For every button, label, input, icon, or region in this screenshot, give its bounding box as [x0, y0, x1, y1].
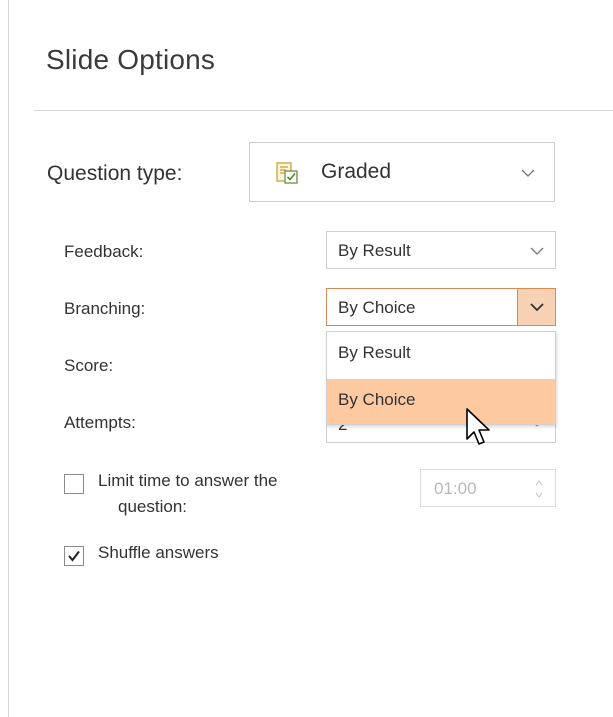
option-label: By Result — [338, 343, 411, 362]
checkmark-icon — [68, 550, 80, 562]
graded-question-icon — [276, 162, 298, 184]
dropdown-option-by-choice[interactable]: By Choice — [327, 379, 555, 424]
question-type-label: Question type: — [47, 162, 183, 185]
question-type-select[interactable]: Graded — [249, 142, 555, 202]
chevron-down-icon — [530, 303, 544, 311]
branching-value: By Choice — [338, 298, 416, 317]
limit-time-label-line1: Limit time to answer the — [98, 471, 278, 490]
feedback-value: By Result — [338, 241, 411, 260]
branching-select[interactable]: By Choice — [326, 288, 556, 326]
feedback-select[interactable]: By Result — [326, 231, 556, 269]
score-label: Score: — [64, 356, 114, 375]
question-type-value: Graded — [321, 160, 392, 183]
mouse-pointer-icon — [466, 408, 490, 445]
feedback-label: Feedback: — [64, 242, 144, 261]
time-limit-value: 01:00 — [434, 479, 477, 498]
branching-label: Branching: — [64, 299, 146, 318]
chevron-down-icon — [521, 169, 535, 177]
title-divider — [34, 110, 613, 111]
limit-time-label: Limit time to answer the question: — [98, 468, 278, 520]
spinner-arrows-icon[interactable] — [535, 479, 543, 499]
limit-time-checkbox[interactable] — [64, 474, 84, 494]
branching-dropdown-button[interactable] — [517, 289, 555, 325]
panel-title: Slide Options — [46, 44, 216, 75]
shuffle-answers-checkbox[interactable] — [64, 546, 84, 566]
branching-dropdown-list: By Result By Choice — [326, 331, 556, 425]
attempts-label: Attempts: — [64, 413, 136, 432]
dropdown-option-by-result[interactable]: By Result — [327, 332, 555, 377]
option-label: By Choice — [338, 390, 416, 409]
chevron-down-icon — [530, 247, 544, 255]
time-limit-spinner[interactable]: 01:00 — [420, 469, 556, 507]
shuffle-answers-label: Shuffle answers — [98, 543, 219, 562]
slide-options-panel: Slide Options Question type: Graded Feed… — [8, 0, 613, 717]
limit-time-label-line2: question: — [118, 497, 187, 516]
